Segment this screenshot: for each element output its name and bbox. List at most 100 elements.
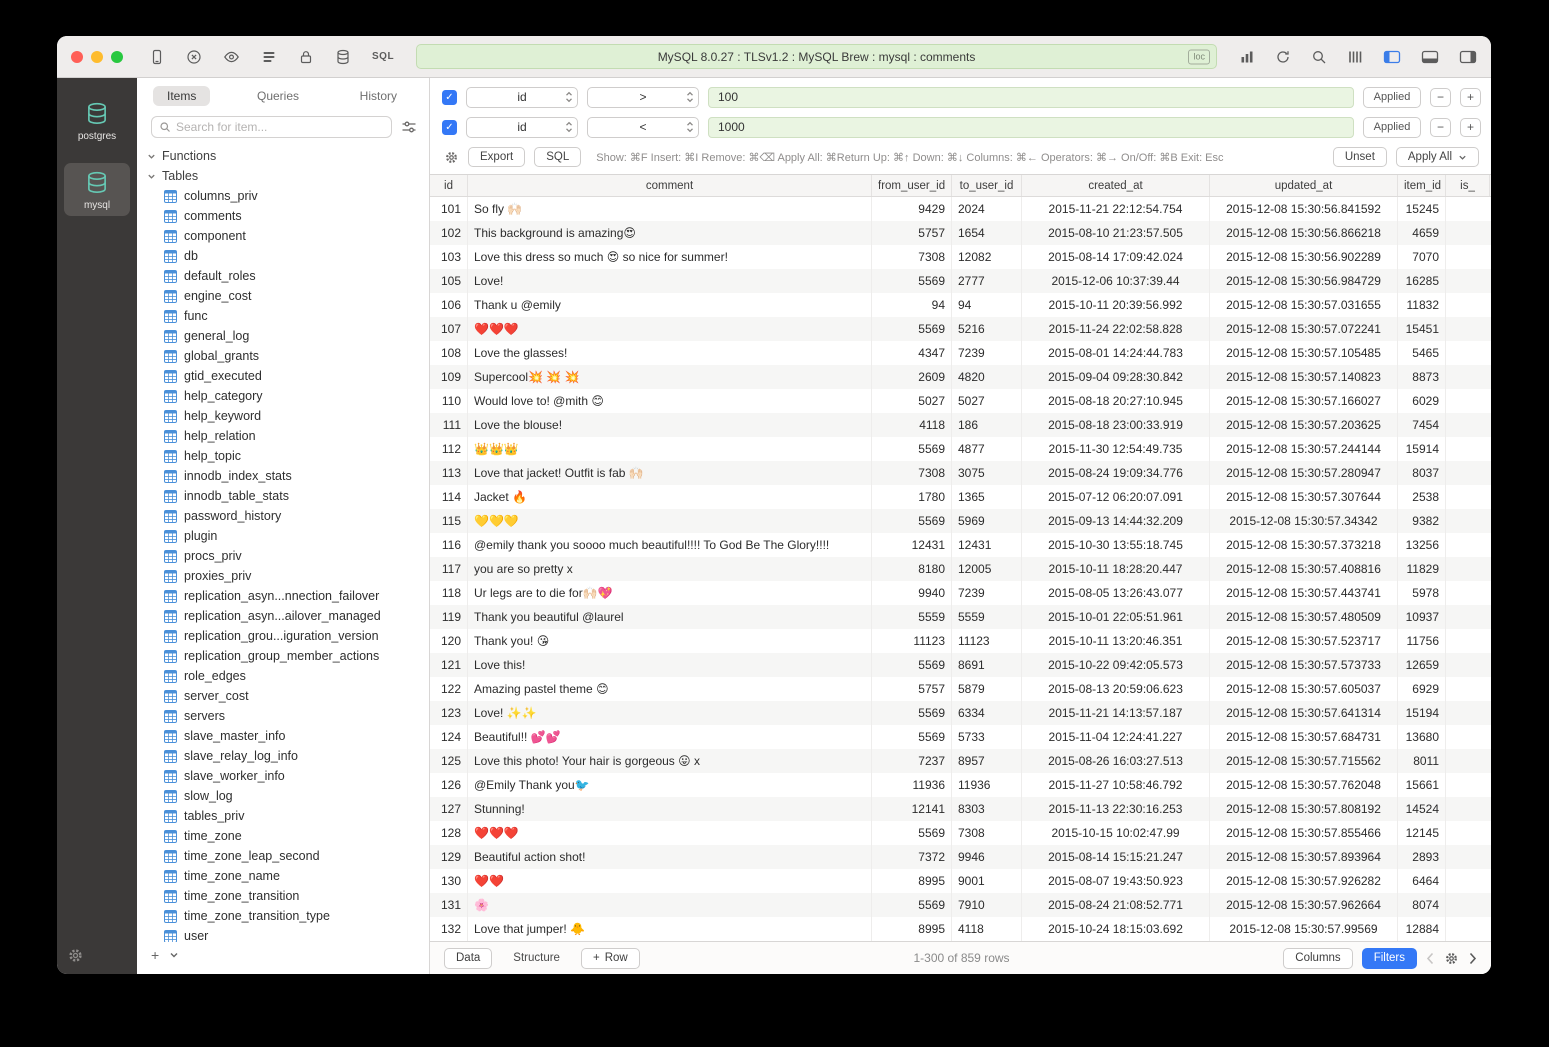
- table-row[interactable]: 115 💛💛💛 5569 5969 2015-09-13 14:44:32.20…: [430, 509, 1491, 533]
- cell-created-at[interactable]: 2015-10-11 13:20:46.351: [1022, 629, 1210, 653]
- table-row[interactable]: 121 Love this! 5569 8691 2015-10-22 09:4…: [430, 653, 1491, 677]
- cell-is[interactable]: [1446, 413, 1490, 437]
- table-row[interactable]: 131 🌸 5569 7910 2015-08-24 21:08:52.771 …: [430, 893, 1491, 917]
- cell-id[interactable]: 119: [430, 605, 468, 629]
- column-header-from-user-id[interactable]: from_user_id: [872, 175, 952, 196]
- cell-item-id[interactable]: 4659: [1398, 221, 1446, 245]
- cell-item-id[interactable]: 2538: [1398, 485, 1446, 509]
- cell-is[interactable]: [1446, 221, 1490, 245]
- cell-is[interactable]: [1446, 557, 1490, 581]
- sidebar-table-item[interactable]: replication_grou...iguration_version: [137, 626, 429, 646]
- column-header-comment[interactable]: comment: [468, 175, 872, 196]
- cell-created-at[interactable]: 2015-08-24 19:09:34.776: [1022, 461, 1210, 485]
- cell-from-user-id[interactable]: 5569: [872, 701, 952, 725]
- cell-updated-at[interactable]: 2015-12-08 15:30:57.893964: [1210, 845, 1398, 869]
- toggle-bottom-panel-icon[interactable]: [1421, 49, 1439, 65]
- cell-id[interactable]: 126: [430, 773, 468, 797]
- cell-updated-at[interactable]: 2015-12-08 15:30:57.715562: [1210, 749, 1398, 773]
- filter-column-select[interactable]: id: [466, 87, 578, 108]
- cell-to-user-id[interactable]: 5216: [952, 317, 1022, 341]
- table-row[interactable]: 114 Jacket 🔥 1780 1365 2015-07-12 06:20:…: [430, 485, 1491, 509]
- cell-is[interactable]: [1446, 869, 1490, 893]
- cell-comment[interactable]: Thank you! 😘: [468, 629, 872, 653]
- minimize-window-button[interactable]: [91, 51, 103, 63]
- cell-created-at[interactable]: 2015-08-07 19:43:50.923: [1022, 869, 1210, 893]
- table-row[interactable]: 132 Love that jumper! 🐥 8995 4118 2015-1…: [430, 917, 1491, 941]
- cell-created-at[interactable]: 2015-10-11 20:39:56.992: [1022, 293, 1210, 317]
- cell-id[interactable]: 115: [430, 509, 468, 533]
- cell-comment[interactable]: So fly 🙌🏻: [468, 197, 872, 221]
- export-button[interactable]: Export: [468, 147, 525, 167]
- cell-from-user-id[interactable]: 11123: [872, 629, 952, 653]
- remove-filter-button[interactable]: −: [1430, 118, 1451, 137]
- toggle-right-panel-icon[interactable]: [1459, 49, 1477, 65]
- table-row[interactable]: 109 Supercool💥 💥 💥 2609 4820 2015-09-04 …: [430, 365, 1491, 389]
- cell-item-id[interactable]: 11756: [1398, 629, 1446, 653]
- filter-operator-select[interactable]: >: [587, 87, 699, 108]
- cell-comment[interactable]: @emily thank you soooo much beautiful!!!…: [468, 533, 872, 557]
- add-filter-button[interactable]: +: [1460, 88, 1481, 107]
- search-input[interactable]: [176, 120, 384, 134]
- cell-updated-at[interactable]: 2015-12-08 15:30:57.244144: [1210, 437, 1398, 461]
- cell-to-user-id[interactable]: 186: [952, 413, 1022, 437]
- cell-updated-at[interactable]: 2015-12-08 15:30:56.902289: [1210, 245, 1398, 269]
- cell-from-user-id[interactable]: 5569: [872, 437, 952, 461]
- close-window-button[interactable]: [71, 51, 83, 63]
- sidebar-table-item[interactable]: time_zone: [137, 826, 429, 846]
- sidebar-table-item[interactable]: engine_cost: [137, 286, 429, 306]
- cell-from-user-id[interactable]: 5569: [872, 725, 952, 749]
- cell-is[interactable]: [1446, 605, 1490, 629]
- cell-from-user-id[interactable]: 8180: [872, 557, 952, 581]
- cell-from-user-id[interactable]: 5569: [872, 653, 952, 677]
- remove-filter-button[interactable]: −: [1430, 88, 1451, 107]
- cell-item-id[interactable]: 15451: [1398, 317, 1446, 341]
- cell-updated-at[interactable]: 2015-12-08 15:30:57.641314: [1210, 701, 1398, 725]
- cell-from-user-id[interactable]: 5757: [872, 221, 952, 245]
- filter-value-input[interactable]: [708, 117, 1354, 138]
- sidebar-table-item[interactable]: help_topic: [137, 446, 429, 466]
- cell-is[interactable]: [1446, 917, 1490, 941]
- cell-item-id[interactable]: 11832: [1398, 293, 1446, 317]
- column-header-is[interactable]: is_: [1446, 175, 1490, 196]
- cell-created-at[interactable]: 2015-12-06 10:37:39.44: [1022, 269, 1210, 293]
- table-row[interactable]: 106 Thank u @emily 94 94 2015-10-11 20:3…: [430, 293, 1491, 317]
- cell-updated-at[interactable]: 2015-12-08 15:30:57.072241: [1210, 317, 1398, 341]
- cell-created-at[interactable]: 2015-10-01 22:05:51.961: [1022, 605, 1210, 629]
- cell-updated-at[interactable]: 2015-12-08 15:30:56.984729: [1210, 269, 1398, 293]
- cell-updated-at[interactable]: 2015-12-08 15:30:56.841592: [1210, 197, 1398, 221]
- cell-to-user-id[interactable]: 94: [952, 293, 1022, 317]
- sidebar-table-item[interactable]: user: [137, 926, 429, 942]
- sidebar-table-item[interactable]: time_zone_transition_type: [137, 906, 429, 926]
- cell-item-id[interactable]: 8873: [1398, 365, 1446, 389]
- cell-is[interactable]: [1446, 317, 1490, 341]
- cell-id[interactable]: 112: [430, 437, 468, 461]
- cell-id[interactable]: 102: [430, 221, 468, 245]
- cell-updated-at[interactable]: 2015-12-08 15:30:57.105485: [1210, 341, 1398, 365]
- cell-is[interactable]: [1446, 269, 1490, 293]
- cell-created-at[interactable]: 2015-08-18 23:00:33.919: [1022, 413, 1210, 437]
- cell-from-user-id[interactable]: 4118: [872, 413, 952, 437]
- cell-comment[interactable]: Supercool💥 💥 💥: [468, 365, 872, 389]
- column-header-updated-at[interactable]: updated_at: [1210, 175, 1398, 196]
- table-row[interactable]: 113 Love that jacket! Outfit is fab 🙌🏻 7…: [430, 461, 1491, 485]
- cell-id[interactable]: 106: [430, 293, 468, 317]
- cell-is[interactable]: [1446, 293, 1490, 317]
- columns-button[interactable]: Columns: [1283, 948, 1352, 969]
- sidebar-table-item[interactable]: help_category: [137, 386, 429, 406]
- cell-from-user-id[interactable]: 7237: [872, 749, 952, 773]
- cell-created-at[interactable]: 2015-08-26 16:03:27.513: [1022, 749, 1210, 773]
- cell-is[interactable]: [1446, 797, 1490, 821]
- column-view-icon[interactable]: [1347, 49, 1363, 65]
- cell-from-user-id[interactable]: 7308: [872, 245, 952, 269]
- cell-id[interactable]: 105: [430, 269, 468, 293]
- table-row[interactable]: 111 Love the blouse! 4118 186 2015-08-18…: [430, 413, 1491, 437]
- cell-comment[interactable]: Thank u @emily: [468, 293, 872, 317]
- cell-item-id[interactable]: 15245: [1398, 197, 1446, 221]
- cell-to-user-id[interactable]: 5969: [952, 509, 1022, 533]
- cell-item-id[interactable]: 13680: [1398, 725, 1446, 749]
- cell-to-user-id[interactable]: 3075: [952, 461, 1022, 485]
- page-settings-gear-icon[interactable]: [1444, 951, 1459, 966]
- cell-from-user-id[interactable]: 11936: [872, 773, 952, 797]
- cell-from-user-id[interactable]: 1780: [872, 485, 952, 509]
- sidebar-table-item[interactable]: role_edges: [137, 666, 429, 686]
